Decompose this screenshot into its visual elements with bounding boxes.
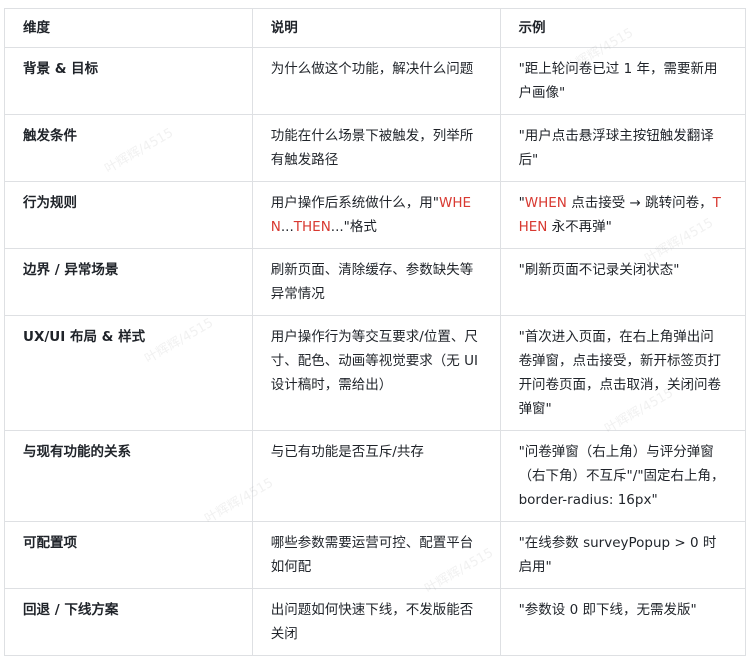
row-description: 功能在什么场景下被触发，列举所有触发路径 — [251, 114, 501, 182]
table-header-row: 维度 说明 示例 — [4, 8, 747, 48]
row-description: 哪些参数需要运营可控、配置平台如何配 — [251, 521, 501, 589]
header-example: 示例 — [499, 8, 747, 48]
keyword-then: THEN — [293, 219, 331, 235]
row-dimension: 边界 / 异常场景 — [4, 248, 253, 316]
table-row: 边界 / 异常场景 刷新页面、清除缓存、参数缺失等异常情况 "刷新页面不记录关闭… — [4, 248, 747, 316]
row-description: 为什么做这个功能，解决什么问题 — [251, 47, 501, 115]
row-dimension: UX/UI 布局 & 样式 — [4, 315, 253, 431]
row-description: 用户操作后系统做什么，用"WHEN...THEN..."格式 — [251, 181, 501, 249]
row-example: "WHEN 点击接受 → 跳转问卷，THEN 永不再弹" — [499, 181, 747, 249]
desc-text: ..."格式 — [330, 219, 377, 235]
table-row: 与现有功能的关系 与已有功能是否互斥/共存 "问卷弹窗（右上角）与评分弹窗（右下… — [4, 430, 747, 522]
row-example: "首次进入页面，在右上角弹出问卷弹窗，点击接受，新开标签页打开问卷页面，点击取消… — [499, 315, 747, 431]
header-description: 说明 — [251, 8, 501, 48]
desc-text: 用户操作后系统做什么，用" — [270, 195, 439, 211]
row-description: 出问题如何快速下线，不发版能否关闭 — [251, 588, 501, 656]
row-description: 刷新页面、清除缓存、参数缺失等异常情况 — [251, 248, 501, 316]
header-dimension: 维度 — [4, 8, 253, 48]
example-text: 点击接受 → 跳转问卷， — [566, 195, 713, 211]
table-row: 行为规则 用户操作后系统做什么，用"WHEN...THEN..."格式 "WHE… — [4, 181, 747, 249]
table-row: 回退 / 下线方案 出问题如何快速下线，不发版能否关闭 "参数设 0 即下线，无… — [4, 588, 747, 656]
desc-text: ... — [280, 219, 294, 235]
row-example: "刷新页面不记录关闭状态" — [499, 248, 747, 316]
keyword-when: WHEN — [524, 195, 567, 211]
table-row: 触发条件 功能在什么场景下被触发，列举所有触发路径 "用户点击悬浮球主按钮触发翻… — [4, 114, 747, 182]
row-dimension: 与现有功能的关系 — [4, 430, 253, 522]
row-example: "用户点击悬浮球主按钮触发翻译后" — [499, 114, 747, 182]
spec-table: 维度 说明 示例 背景 & 目标 为什么做这个功能，解决什么问题 "距上轮问卷已… — [4, 8, 747, 656]
row-example: "问卷弹窗（右上角）与评分弹窗（右下角）不互斥"/"固定右上角，border-r… — [499, 430, 747, 522]
row-dimension: 触发条件 — [4, 114, 253, 182]
table-row: UX/UI 布局 & 样式 用户操作行为等交互要求/位置、尺寸、配色、动画等视觉… — [4, 315, 747, 431]
row-example: "在线参数 surveyPopup > 0 时启用" — [499, 521, 747, 589]
row-description: 用户操作行为等交互要求/位置、尺寸、配色、动画等视觉要求（无 UI 设计稿时，需… — [251, 315, 501, 431]
row-dimension: 行为规则 — [4, 181, 253, 249]
row-description: 与已有功能是否互斥/共存 — [251, 430, 501, 522]
table-row: 可配置项 哪些参数需要运营可控、配置平台如何配 "在线参数 surveyPopu… — [4, 521, 747, 589]
row-dimension: 回退 / 下线方案 — [4, 588, 253, 656]
row-example: "参数设 0 即下线，无需发版" — [499, 588, 747, 656]
example-text: 永不再弹" — [547, 219, 612, 235]
row-dimension: 背景 & 目标 — [4, 47, 253, 115]
row-dimension: 可配置项 — [4, 521, 253, 589]
row-example: "距上轮问卷已过 1 年，需要新用户画像" — [499, 47, 747, 115]
table-row: 背景 & 目标 为什么做这个功能，解决什么问题 "距上轮问卷已过 1 年，需要新… — [4, 47, 747, 115]
